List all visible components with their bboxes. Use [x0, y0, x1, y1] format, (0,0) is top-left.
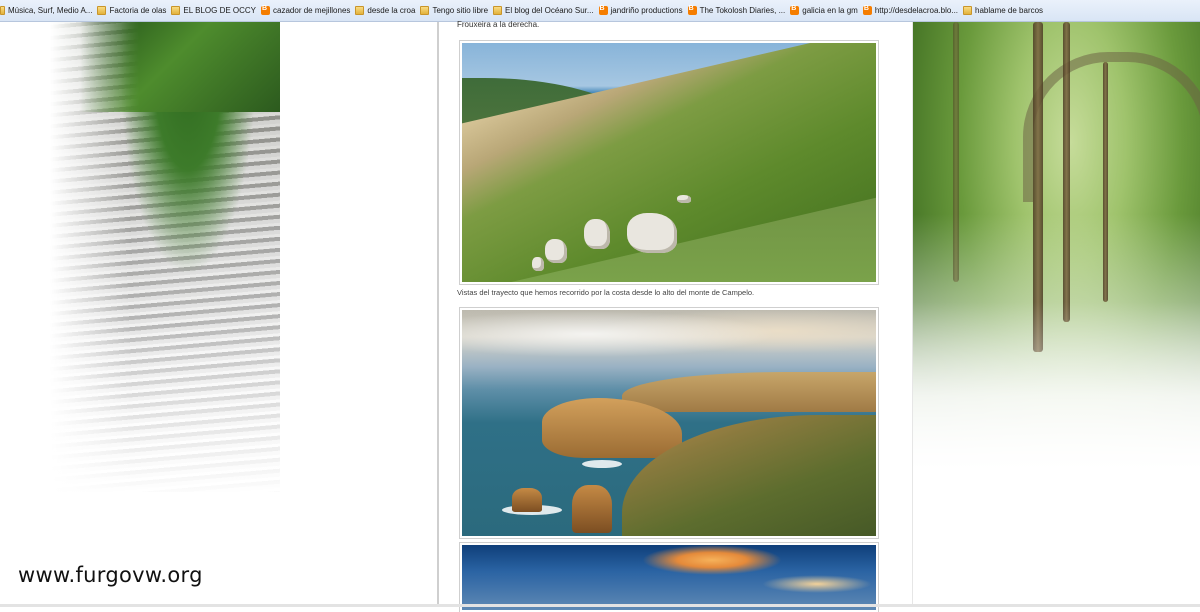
- fade-overlay: [913, 302, 1200, 502]
- folder-icon: [171, 6, 181, 15]
- coast-photo[interactable]: [462, 43, 876, 282]
- far-headland: [622, 372, 876, 412]
- bookmark-item[interactable]: Factoria de olas: [97, 6, 166, 15]
- bookmark-item[interactable]: Tengo sitio libre: [420, 6, 488, 15]
- photo-frame[interactable]: [459, 40, 879, 285]
- folder-icon: [97, 6, 107, 15]
- rock: [532, 257, 544, 271]
- blogger-icon: [862, 5, 872, 15]
- fade-overlay: [0, 322, 280, 582]
- blogger-icon: [687, 5, 697, 15]
- folder-icon: [0, 6, 5, 15]
- blogger-icon: [261, 5, 271, 15]
- rock: [545, 239, 567, 263]
- folder-icon: [963, 6, 973, 15]
- lit-cloud: [762, 575, 872, 593]
- photo-frame[interactable]: [459, 542, 879, 612]
- photo-caption: Vistas del trayecto que hemos recorrido …: [457, 288, 755, 297]
- bookmark-item[interactable]: Música, Surf, Medio A...: [0, 6, 92, 15]
- bookmark-item[interactable]: hablame de barcos: [963, 6, 1043, 15]
- bookmark-item[interactable]: The Tokolosh Diaries, ...: [687, 5, 785, 15]
- sea-foam: [582, 460, 622, 468]
- stone-arch: [1023, 52, 1200, 202]
- right-background-forest: [913, 22, 1200, 502]
- bookmark-item[interactable]: EL BLOG DE OCCY: [171, 6, 256, 15]
- sunset-photo[interactable]: [462, 545, 876, 610]
- foliage-image: [80, 22, 280, 112]
- photo-frame[interactable]: [459, 307, 879, 539]
- rock: [627, 213, 677, 253]
- clouds: [462, 310, 876, 370]
- post-content: Frouxeira a la derecha. Vistas del traye…: [437, 20, 913, 612]
- sun-glow: [642, 545, 782, 575]
- post-text: Frouxeira a la derecha.: [457, 20, 540, 29]
- bookmark-item[interactable]: cazador de mejillones: [261, 5, 350, 15]
- folder-icon: [420, 6, 430, 15]
- sea-stack: [572, 485, 612, 533]
- tree-trunk: [953, 22, 959, 282]
- tree-trunk: [1063, 22, 1070, 322]
- rock: [584, 219, 610, 249]
- bookmark-item[interactable]: jandriño productions: [598, 5, 683, 15]
- bookmarks-bar: Música, Surf, Medio A... Factoria de ola…: [0, 0, 1200, 22]
- watermark: www.furgovw.org: [18, 563, 203, 587]
- bookmark-item[interactable]: galicia en la gm: [790, 5, 858, 15]
- tree-trunk: [1103, 62, 1108, 302]
- blogger-icon: [790, 5, 800, 15]
- left-background-waterfall: [0, 22, 280, 602]
- sea-stack: [512, 488, 542, 512]
- bookmark-item[interactable]: http://desdelacroa.blo...: [862, 5, 958, 15]
- bookmark-item[interactable]: El blog del Océano Sur...: [493, 6, 594, 15]
- cape-photo[interactable]: [462, 310, 876, 536]
- folder-icon: [355, 6, 365, 15]
- rock: [677, 195, 691, 203]
- bookmark-item[interactable]: desde la croa: [355, 6, 415, 15]
- folder-icon: [493, 6, 503, 15]
- blogger-icon: [598, 5, 608, 15]
